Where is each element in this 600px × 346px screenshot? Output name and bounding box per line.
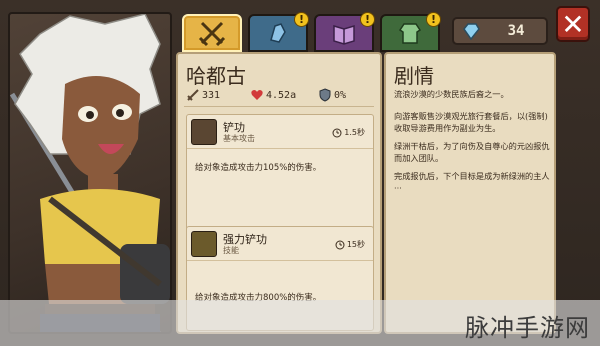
skill-description: 给对象造成攻击力105%的伤害。 <box>195 163 322 173</box>
gem-count: 34 <box>507 23 525 39</box>
shield-icon <box>319 88 331 102</box>
book-alert-badge: ! <box>360 12 375 27</box>
hero-name: 哈都古 <box>186 64 246 88</box>
clock-icon <box>335 240 345 249</box>
power-shovel-skill-icon <box>191 231 217 257</box>
cooldown-value: 15秒 <box>346 240 365 249</box>
heart-icon <box>251 90 263 100</box>
skill-header: 铲功 基本攻击 1.5秒 <box>187 115 373 149</box>
armor-icon <box>398 23 422 44</box>
story-title: 剧情 <box>394 64 434 88</box>
defense-value: 0% <box>334 89 347 101</box>
watermark-text: 脉冲手游网 <box>465 314 590 342</box>
gem-icon-box <box>456 19 486 43</box>
hp-value: 4.52a <box>266 89 297 101</box>
crystal-icon <box>270 23 286 43</box>
skill-cooldown: 1.5秒 <box>332 127 365 138</box>
watermark-banner: 脉冲手游网 <box>0 300 600 346</box>
skill-cooldown: 15秒 <box>335 239 365 250</box>
hp-stat: 4.52a <box>250 88 296 102</box>
story-panel: 剧情 流浪沙漠的少数民族后裔之一。 向游客贩售沙漠观光旅行套餐后，以(强制)收取… <box>384 52 556 334</box>
defense-stat: 0% <box>318 88 346 102</box>
close-button[interactable]: ✕ <box>556 6 590 42</box>
skill-type: 技能 <box>223 246 239 255</box>
attack-stat: 331 <box>186 88 220 102</box>
skill-type: 基本攻击 <box>223 134 255 143</box>
tab-weapon[interactable] <box>182 14 242 52</box>
stats-divider <box>184 106 374 107</box>
armor-alert-badge: ! <box>426 12 441 27</box>
story-paragraph: 向游客贩售沙漠观光旅行套餐后，以(强制)收取导游费用作为副业为生。 <box>394 111 548 133</box>
gem-counter[interactable]: 34 <box>452 17 548 45</box>
story-paragraph: 流浪沙漠的少数民族后裔之一。 <box>394 89 509 99</box>
shovel-skill-icon <box>191 119 217 145</box>
crossed-swords-icon <box>198 21 226 47</box>
attack-icon <box>187 89 199 101</box>
clock-icon <box>332 128 342 137</box>
story-paragraph: 绿洲干枯后，为了向伤及自尊心的元凶报仇而加入团队。 <box>394 141 550 163</box>
hero-panel: 哈都古 331 4.52a 0% 铲功 基本攻击 1.5秒 给对象造成攻击力10… <box>176 52 382 334</box>
book-icon <box>333 24 355 45</box>
skill-header: 强力铲功 技能 15秒 <box>187 227 373 261</box>
game-window: ! ! ! 34 ✕ 哈都古 331 4.52a 0% 铲功 基本攻击 1.5秒… <box>0 0 600 346</box>
gem-icon <box>463 23 480 41</box>
crystal-alert-badge: ! <box>294 12 309 27</box>
character-art <box>10 14 170 332</box>
character-portrait <box>8 12 172 334</box>
attack-value: 331 <box>202 89 221 101</box>
tab-armor[interactable]: ! <box>380 12 441 52</box>
tab-book[interactable]: ! <box>314 12 375 52</box>
cooldown-value: 1.5秒 <box>344 128 365 137</box>
story-paragraph: 完成报仇后，下个目标是成为新绿洲的主人··· <box>394 171 550 193</box>
tab-crystal[interactable]: ! <box>248 12 309 52</box>
